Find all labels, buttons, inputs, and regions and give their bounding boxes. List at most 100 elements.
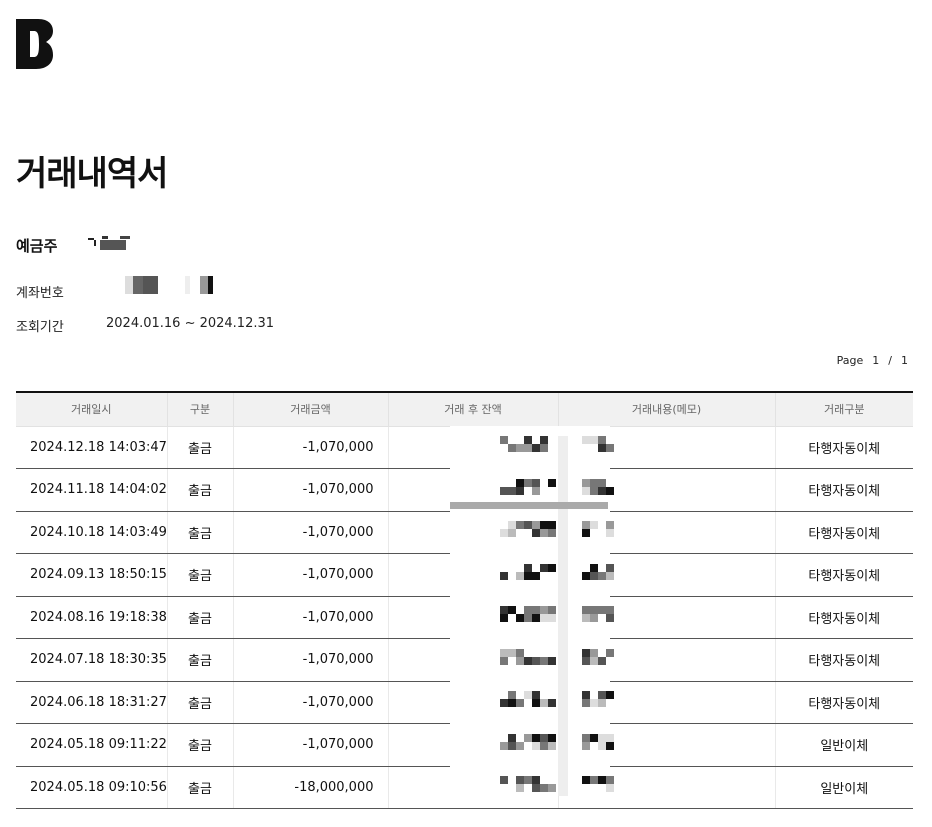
page-separator: / (888, 354, 892, 367)
redaction-pixel (540, 733, 548, 742)
redaction-pixel (590, 571, 598, 580)
header-balance: 거래 후 잔액 (387, 392, 558, 426)
redaction-pixel (540, 436, 548, 444)
redaction-pixel (540, 444, 548, 452)
redaction-pixel (598, 478, 606, 487)
redaction-pixel (582, 614, 590, 622)
redaction-pixel (590, 776, 598, 784)
redaction-pixel (524, 444, 532, 452)
cell-category: 타행자동이체 (774, 681, 913, 724)
cell-amount: -1,070,000 (232, 468, 388, 512)
redaction-pixel (508, 699, 516, 707)
brand-logo-icon (16, 19, 53, 69)
cell-type: 출금 (166, 766, 233, 809)
redaction-pixel (532, 733, 540, 742)
cell-category: 타행자동이체 (774, 468, 913, 512)
header-memo: 거래내용(메모) (557, 392, 775, 426)
redaction-pixel (548, 521, 556, 529)
page-title: 거래내역서 (16, 154, 168, 194)
redaction-pixel (532, 784, 540, 792)
redaction-pixel (540, 606, 548, 614)
redaction-pixel (606, 784, 614, 792)
redaction-pixel (516, 571, 524, 580)
redaction-pixel (590, 656, 598, 665)
redaction-pixel (516, 648, 524, 657)
redaction-pixel (532, 478, 540, 487)
redaction-pixel (582, 486, 590, 495)
redaction-pixel (540, 741, 548, 750)
cell-category: 타행자동이체 (774, 425, 913, 469)
page-indicator: Page 1 / 1 (837, 354, 908, 367)
redaction-pixel (582, 529, 590, 537)
redaction-pixel (532, 486, 540, 495)
redaction-pixel (606, 733, 614, 742)
cell-amount: -1,070,000 (232, 511, 388, 554)
header-datetime: 거래일시 (16, 392, 167, 426)
redaction-pixel (590, 563, 598, 572)
redaction-pixel (548, 699, 556, 707)
cell-category: 타행자동이체 (774, 638, 913, 682)
redaction-pixel (500, 436, 508, 444)
redaction-pixel (540, 699, 548, 707)
redaction-pixel (582, 776, 590, 784)
cell-category: 타행자동이체 (774, 596, 913, 639)
redaction-pixel (524, 691, 532, 699)
redaction-pixel (598, 691, 606, 699)
redaction-pixel (590, 614, 598, 622)
redaction-pixel (532, 444, 540, 452)
redaction-pixel (516, 656, 524, 665)
cell-amount: -1,070,000 (232, 425, 388, 469)
redaction-pixel (524, 733, 532, 742)
cell-datetime: 2024.07.18 18:30:35 (16, 638, 167, 682)
redaction-pixel (524, 521, 532, 529)
redaction-pixel (548, 478, 556, 487)
redaction-pixel (508, 486, 516, 495)
redaction-pixel (548, 529, 556, 537)
redaction-pixel (532, 699, 540, 707)
cell-type: 출금 (166, 681, 233, 724)
redaction-pixel (606, 529, 614, 537)
header-amount: 거래금액 (232, 392, 388, 426)
redaction-pixel (532, 614, 540, 622)
cell-type: 출금 (166, 723, 233, 767)
redaction-pixel (540, 521, 548, 529)
redaction-pixel (524, 606, 532, 614)
redaction-pixel (532, 529, 540, 537)
redacted-account-number (125, 276, 213, 294)
redaction-pixel (548, 614, 556, 622)
page-total: 1 (901, 354, 908, 367)
cell-amount: -1,070,000 (232, 596, 388, 639)
redaction-pixel (500, 699, 508, 707)
cell-amount: -18,000,000 (232, 766, 388, 809)
redaction-pixel (532, 521, 540, 529)
redaction-pixel (590, 436, 598, 444)
redaction-pixel (598, 436, 606, 444)
redaction-pixel (516, 741, 524, 750)
cell-datetime: 2024.11.18 14:04:02 (16, 468, 167, 512)
redaction-pixel (590, 521, 598, 529)
period-value: 2024.01.16 ~ 2024.12.31 (106, 316, 275, 331)
redaction-pixel (524, 436, 532, 444)
period-label: 조회기간 (16, 320, 64, 335)
cell-type: 출금 (166, 638, 233, 682)
redaction-pixel (606, 444, 614, 452)
redaction-pixel (606, 776, 614, 784)
cell-datetime: 2024.10.18 14:03:49 (16, 511, 167, 554)
redaction-pixel (516, 486, 524, 495)
redaction-pixel (540, 784, 548, 792)
redaction-pixel (598, 656, 606, 665)
redaction-pixel (590, 486, 598, 495)
redaction-pixel (532, 606, 540, 614)
redaction-pixel (582, 741, 590, 750)
holder-label: 예금주 (16, 237, 58, 255)
cell-datetime: 2024.09.13 18:50:15 (16, 553, 167, 597)
redaction-pixel (598, 733, 606, 742)
cell-amount: -1,070,000 (232, 723, 388, 767)
redaction-pixel (532, 656, 540, 665)
cell-amount: -1,070,000 (232, 553, 388, 597)
redaction-pixel (582, 521, 590, 529)
redaction-pixel (524, 478, 532, 487)
cell-type: 출금 (166, 596, 233, 639)
redaction-pixel (582, 733, 590, 742)
redaction-pixel (532, 691, 540, 699)
